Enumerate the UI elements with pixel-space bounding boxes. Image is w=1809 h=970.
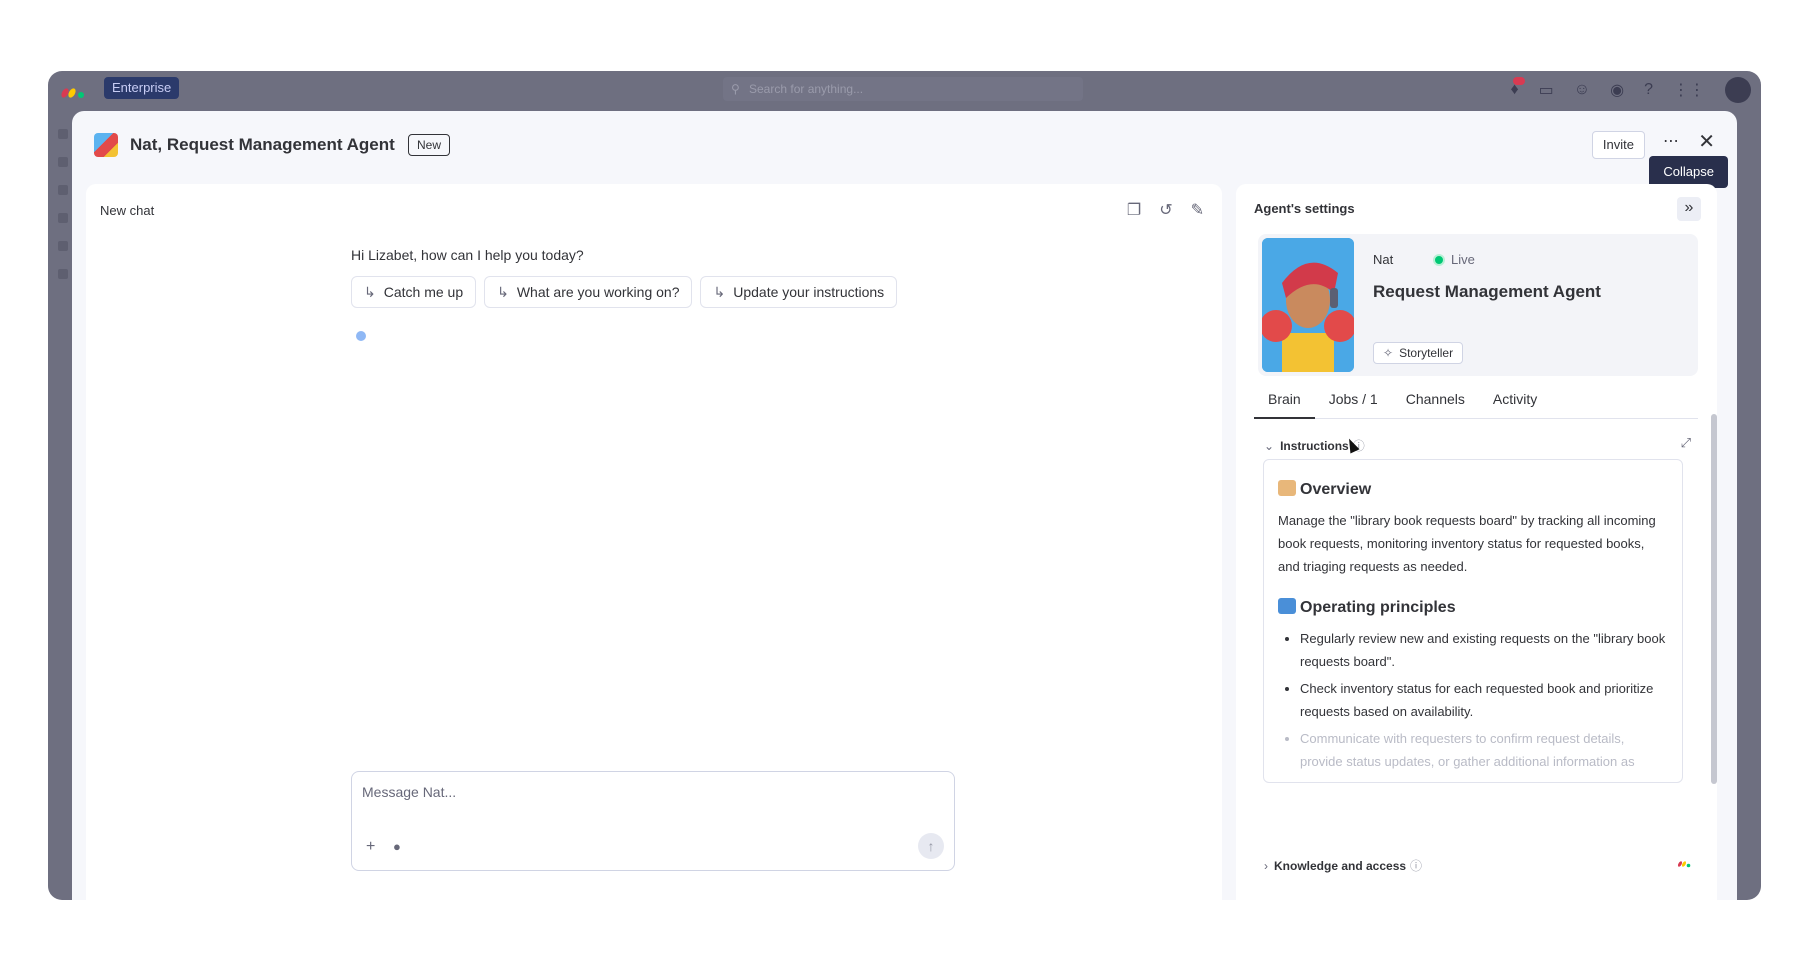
knowledge-label: Knowledge and access [1274,859,1407,873]
agent-modal: Nat, Request Management Agent New Invite… [72,111,1737,900]
suggestion-what-are-you-working-on[interactable]: ↳ What are you working on? [484,276,693,308]
agent-avatar-small [94,133,118,157]
notification-badge [1512,77,1525,85]
chat-toolbar: ❐ ↺ ✎ [1127,200,1204,220]
knowledge-section-toggle[interactable]: › Knowledge and access ⓘ [1264,857,1422,874]
chat-panel: New chat ❐ ↺ ✎ Hi Lizabet, how can I hel… [86,184,1222,900]
agent-name: Nat [1373,252,1394,267]
invite-button[interactable]: Invite [1591,131,1645,159]
list-item: Check inventory status for each requeste… [1300,677,1668,723]
monday-logo-icon [1677,861,1691,868]
clipboard-icon [1278,480,1296,496]
monday-logo[interactable] [60,80,86,100]
persona-chip[interactable]: ✧ Storyteller [1373,342,1464,364]
principles-heading: Operating principles [1278,598,1682,617]
modal-header: Nat, Request Management Agent New Invite… [72,111,1737,194]
chevron-down-icon: ⌄ [1264,439,1275,453]
inbox-icon[interactable]: ▭ [1539,80,1554,100]
persona-label: Storyteller [1399,346,1454,360]
list-item: Regularly review new and existing reques… [1300,627,1668,673]
reply-arrow-icon: ↳ [364,284,376,300]
suggestion-catch-me-up[interactable]: ↳ Catch me up [351,276,477,308]
rail-agents-icon[interactable] [58,185,68,195]
principles-heading-text: Operating principles [1300,599,1456,616]
agent-portrait [1262,238,1354,372]
search-placeholder: Search for anything... [749,82,864,96]
tab-channels[interactable]: Channels [1392,389,1479,419]
integrations-icon[interactable]: ◉ [1610,80,1624,100]
copy-icon[interactable]: ❐ [1127,200,1141,220]
suggestion-label: Catch me up [383,284,464,300]
tab-activity[interactable]: Activity [1479,389,1551,419]
sparkle-icon: ✧ [1383,346,1394,360]
chat-title: New chat [100,203,155,218]
principles-list: Regularly review new and existing reques… [1300,627,1668,773]
live-status-label: Live [1451,252,1475,267]
new-chat-edit-icon[interactable]: ✎ [1191,200,1204,220]
collapse-panel-icon[interactable]: » [1677,197,1701,221]
rail-item-icon[interactable] [58,157,68,167]
overview-heading-text: Overview [1300,481,1372,498]
add-icon[interactable]: + [366,838,375,856]
agent-settings-panel: Agent's settings » Nat Live Request Mana… [1236,184,1717,900]
instructions-content[interactable]: Overview Manage the "library book reques… [1263,459,1683,783]
close-icon[interactable]: ✕ [1698,129,1715,154]
settings-tabs: Brain Jobs / 1 Channels Activity [1254,389,1698,419]
top-bar-icons: ♦ ▭ ☺ ◉ ? ⋮⋮ [1510,75,1751,105]
instructions-label: Instructions [1280,439,1349,453]
message-input[interactable] [362,784,942,800]
suggestion-update-instructions[interactable]: ↳ Update your instructions [700,276,898,308]
left-rail [48,111,72,900]
tab-brain[interactable]: Brain [1254,389,1315,419]
info-icon[interactable]: ⓘ [1410,859,1422,873]
attach-icon[interactable]: ● [393,839,401,854]
history-icon[interactable]: ↺ [1159,200,1172,220]
send-icon[interactable]: ↑ [918,833,944,859]
rail-home-icon[interactable] [58,129,68,139]
list-item: Communicate with requesters to confirm r… [1300,727,1668,773]
invite-members-icon[interactable]: ☺ [1574,81,1590,99]
cycle-icon [1278,598,1296,614]
tab-jobs[interactable]: Jobs / 1 [1315,389,1392,419]
suggestion-label: What are you working on? [516,284,680,300]
settings-title: Agent's settings [1254,201,1355,216]
typing-indicator [356,331,366,341]
more-options-icon[interactable]: ⋯ [1663,131,1679,151]
modal-title: Nat, Request Management Agent [130,135,395,154]
search-icon: ⚲ [731,82,740,96]
suggestion-label: Update your instructions [733,284,885,300]
chevron-right-icon: › [1264,859,1268,873]
help-icon[interactable]: ? [1644,81,1653,99]
message-composer: + ● ↑ [351,771,955,871]
user-avatar[interactable] [1725,77,1751,103]
settings-scrollbar[interactable] [1711,414,1717,784]
apps-grid-icon[interactable]: ⋮⋮ [1673,80,1705,100]
live-status-icon [1433,254,1445,266]
plan-badge: Enterprise [104,77,180,99]
bell-icon[interactable]: ♦ [1510,77,1525,99]
reply-arrow-icon: ↳ [713,284,726,300]
agent-greeting: Hi Lizabet, how can I help you today? [351,247,584,263]
agent-profile-card: Nat Live Request Management Agent ✧ Story… [1258,234,1698,376]
rail-item-icon[interactable] [58,241,68,251]
global-search-input[interactable]: ⚲ Search for anything... [723,77,1083,101]
rail-item-icon[interactable] [58,213,68,223]
suggestion-chips: ↳ Catch me up ↳ What are you working on? ↳… [351,276,898,308]
rail-favorites-icon[interactable] [58,269,68,279]
reply-arrow-icon: ↳ [497,284,509,300]
new-badge: New [408,134,451,156]
expand-icon[interactable]: ⤢ [1681,435,1691,451]
overview-text: Manage the "library book requests board"… [1278,513,1656,574]
overview-heading: Overview [1278,480,1682,499]
top-bar: Enterprise ⚲ Search for anything... ♦ ▭ … [48,71,1761,111]
agent-role: Request Management Agent [1373,282,1601,301]
